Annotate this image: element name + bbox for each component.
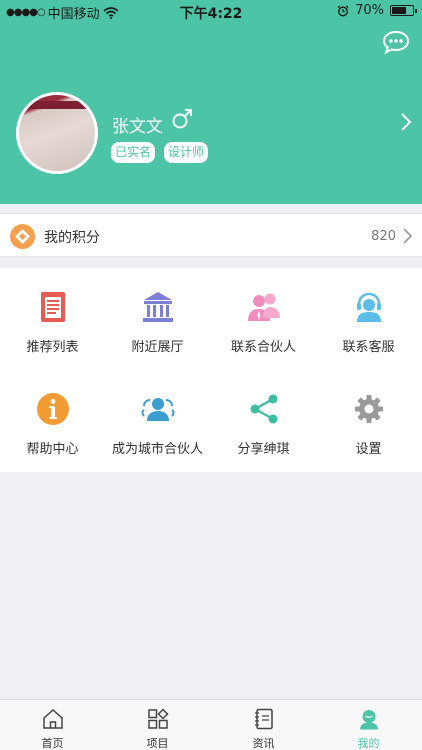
grid-label: 联系合伙人 — [230, 340, 296, 355]
verified-badge: 已实名 — [111, 142, 156, 163]
document-list-icon — [41, 292, 65, 322]
share-icon — [250, 394, 278, 424]
grid-label: 设置 — [355, 442, 382, 457]
tab-bar: 首页 项目 资讯 我的 — [0, 699, 422, 750]
nearby-showroom-item[interactable]: 附近展厅 — [105, 268, 210, 368]
tab-news[interactable]: 资讯 — [211, 700, 316, 750]
grid-label: 分享绅琪 — [237, 442, 290, 457]
tab-label: 首页 — [41, 737, 64, 750]
function-grid: 推荐列表 附近展厅 联系合伙人 联系客服 帮助中心 成为城市合伙人 分享绅琪 设… — [0, 268, 422, 472]
gear-icon — [355, 395, 383, 423]
points-value: 820 — [371, 229, 396, 244]
tab-home[interactable]: 首页 — [0, 700, 105, 750]
help-center-item[interactable]: 帮助中心 — [0, 370, 105, 470]
points-label: 我的积分 — [44, 230, 100, 246]
chevron-right-icon — [403, 228, 412, 244]
my-points-row[interactable]: 我的积分 820 — [0, 213, 422, 257]
home-icon — [43, 708, 63, 729]
share-item[interactable]: 分享绅琪 — [211, 370, 316, 470]
contact-partner-item[interactable]: 联系合伙人 — [211, 268, 316, 368]
grid-label: 联系客服 — [342, 340, 395, 355]
battery-icon — [390, 5, 417, 16]
role-badge: 设计师 — [164, 142, 209, 163]
profile-header: ●●●●○ 中国移动 下午4:22 70% 张文文 已实名 设计师 — [0, 0, 422, 204]
grid-label: 成为城市合伙人 — [111, 442, 203, 457]
user-name: 张文文 — [112, 117, 163, 137]
tab-mine[interactable]: 我的 — [316, 700, 421, 750]
project-grid-icon — [148, 708, 169, 729]
bank-icon — [143, 292, 173, 322]
tab-project[interactable]: 项目 — [105, 700, 210, 750]
recommend-list-item[interactable]: 推荐列表 — [0, 268, 105, 368]
grid-label: 帮助中心 — [26, 442, 79, 457]
grid-label: 附近展厅 — [131, 340, 184, 355]
avatar[interactable] — [16, 92, 98, 174]
battery-percent: 70% — [355, 3, 384, 18]
contact-service-item[interactable]: 联系客服 — [316, 268, 421, 368]
partners-icon — [248, 293, 280, 321]
user-icon — [360, 710, 378, 730]
message-icon[interactable] — [382, 30, 410, 54]
grid-label: 推荐列表 — [26, 340, 79, 355]
chevron-right-icon[interactable] — [400, 112, 412, 132]
tab-label: 项目 — [146, 737, 169, 750]
city-partner-item[interactable]: 成为城市合伙人 — [105, 370, 210, 470]
info-icon — [37, 393, 69, 425]
tab-label: 资讯 — [252, 737, 275, 750]
group-icon — [141, 398, 175, 421]
status-bar: ●●●●○ 中国移动 下午4:22 70% — [0, 0, 422, 22]
alarm-icon — [337, 4, 349, 17]
settings-item[interactable]: 设置 — [316, 370, 421, 470]
male-icon — [172, 109, 192, 129]
headset-icon — [357, 292, 381, 322]
points-icon — [10, 224, 35, 249]
notebook-icon — [255, 708, 273, 730]
tab-label: 我的 — [357, 737, 380, 750]
